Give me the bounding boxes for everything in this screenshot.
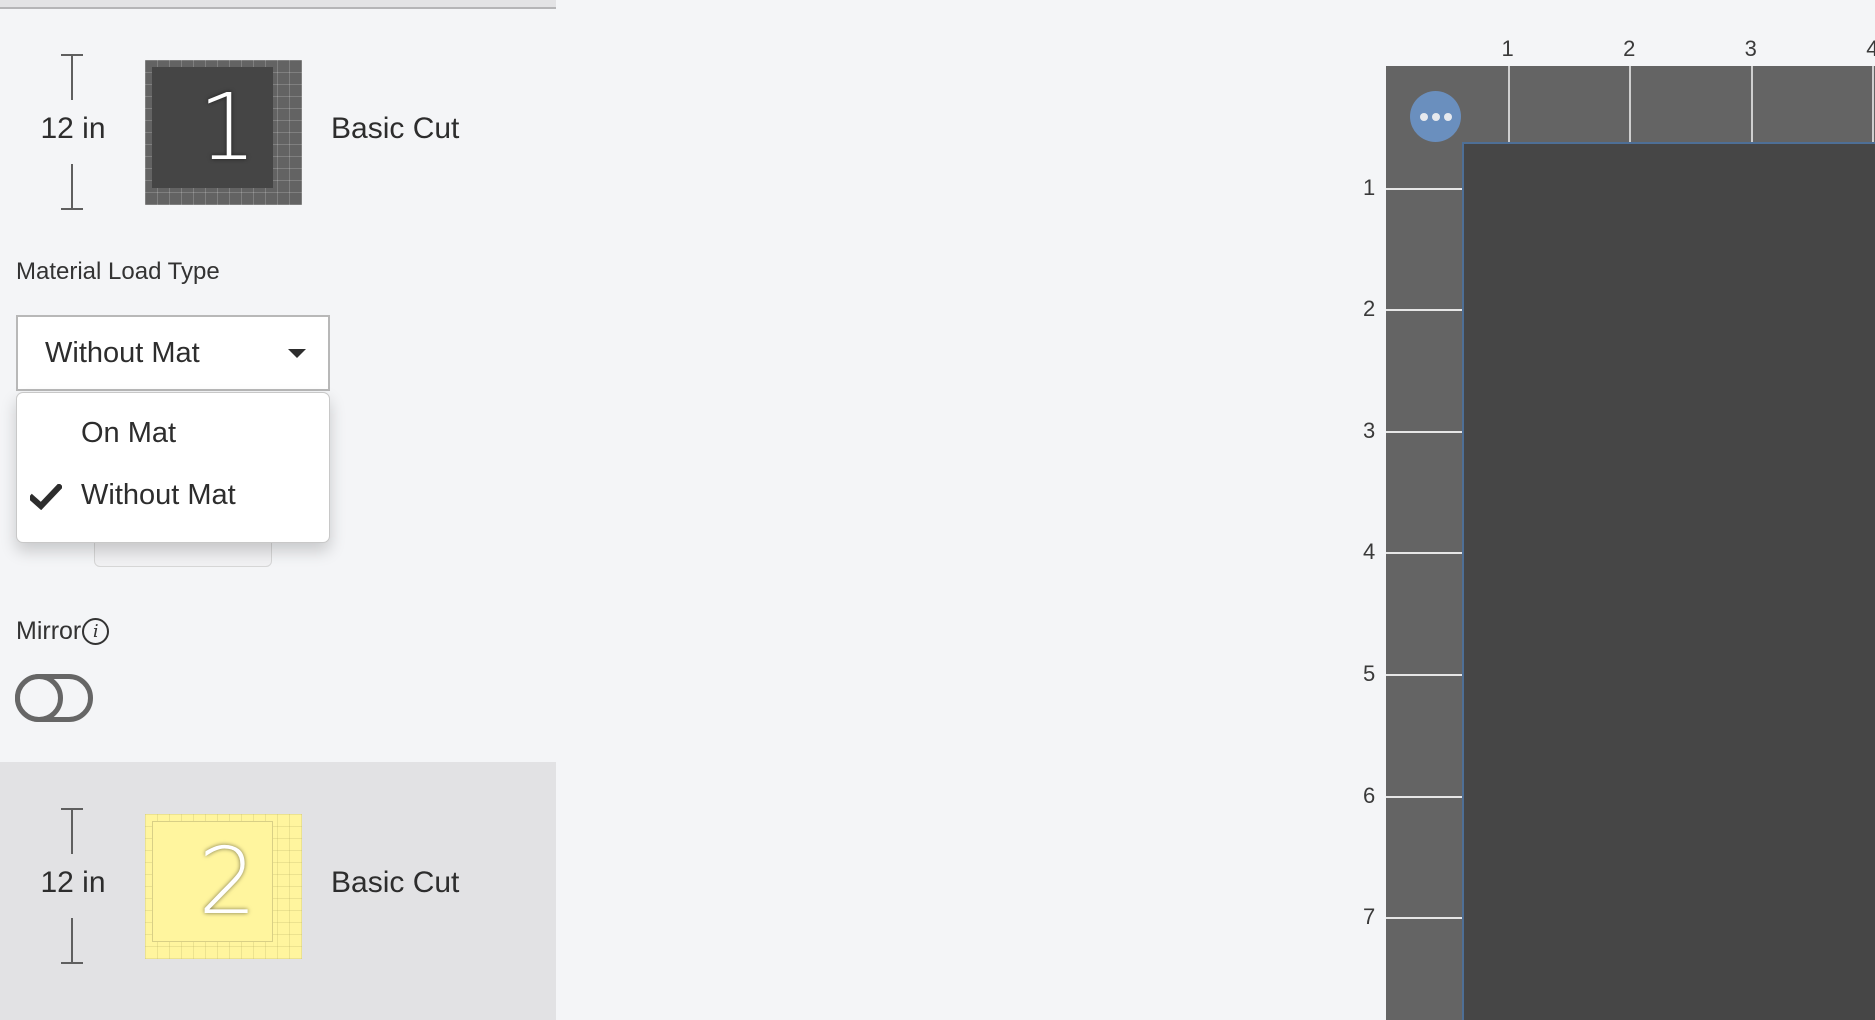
ruler-tick-left [1386,795,1462,798]
ruler-tick-left [1386,309,1462,312]
mat-list-panel: 12 in 1 Basic Cut Material Load Type Wit… [0,0,556,1020]
material-load-type-menu: On Mat Without Mat [16,392,330,543]
mat-mode-label: Basic Cut [331,112,460,145]
ruler-tick-left [1386,917,1462,920]
select-value: Without Mat [45,337,200,369]
mat-work-area[interactable] [1462,142,1875,1020]
mat-number: 1 [198,73,257,181]
ruler-tick-left [1386,187,1462,190]
ruler-label-left: 5 [1363,661,1376,686]
ruler-label-left: 6 [1363,782,1376,808]
ruler-label-left: 2 [1363,296,1376,322]
mirror-label-text: Mirror [16,617,82,645]
mat-row-1[interactable]: 12 in 1 Basic Cut [0,40,556,240]
panel-top-divider [0,0,556,9]
mat-row-2[interactable]: 12 in 2 Basic Cut [0,762,556,1020]
menu-item-without-mat[interactable]: Without Mat [17,465,329,527]
ruler-label-top: 4 [1866,36,1875,61]
material-load-type-select[interactable]: Without Mat [16,315,330,391]
toggle-knob [15,674,63,722]
ruler-label-top: 2 [1623,36,1636,61]
material-load-type-label: Material Load Type [16,258,220,285]
ruler-tick-top [1750,66,1753,142]
ruler-tick-left [1386,552,1462,555]
ruler-label-left: 1 [1363,174,1376,200]
mat-preview: 1 [152,67,273,188]
mirror-toggle[interactable] [15,674,93,722]
caret-down-icon [288,349,306,358]
mat-mode-label: Basic Cut [331,866,460,899]
mat-number: 2 [198,827,257,935]
mat-thumbnail[interactable]: 1 [145,60,302,205]
ruler-tick-top [1872,66,1875,142]
ruler-label-top: 3 [1744,36,1757,61]
ruler-label-top: 1 [1501,36,1514,61]
checkmark-icon [30,484,62,510]
menu-item-label: Without Mat [81,479,236,511]
ruler-tick-left [1386,674,1462,676]
mat-thumbnail[interactable]: 2 [145,814,302,959]
ellipsis-icon [1443,112,1452,121]
ruler-label-left: 7 [1363,904,1376,930]
mat-options-button[interactable] [1410,91,1461,142]
info-icon[interactable]: i [82,618,110,645]
ellipsis-icon [1419,112,1428,121]
menu-item-label: On Mat [81,417,177,449]
ruler-tick-left [1386,430,1462,433]
mat-preview: 2 [152,821,273,942]
ruler-label-left: 4 [1363,539,1376,565]
menu-item-on-mat[interactable]: On Mat [17,403,329,465]
mirror-label: Mirror i [16,617,110,646]
ellipsis-icon [1431,112,1440,121]
mat-size-label: 12 in [40,112,106,145]
ruler-label-left: 3 [1363,417,1376,443]
mat-size-label: 12 in [40,866,106,899]
ruler-tick-top [1629,66,1632,142]
ruler-tick-top [1507,66,1510,142]
